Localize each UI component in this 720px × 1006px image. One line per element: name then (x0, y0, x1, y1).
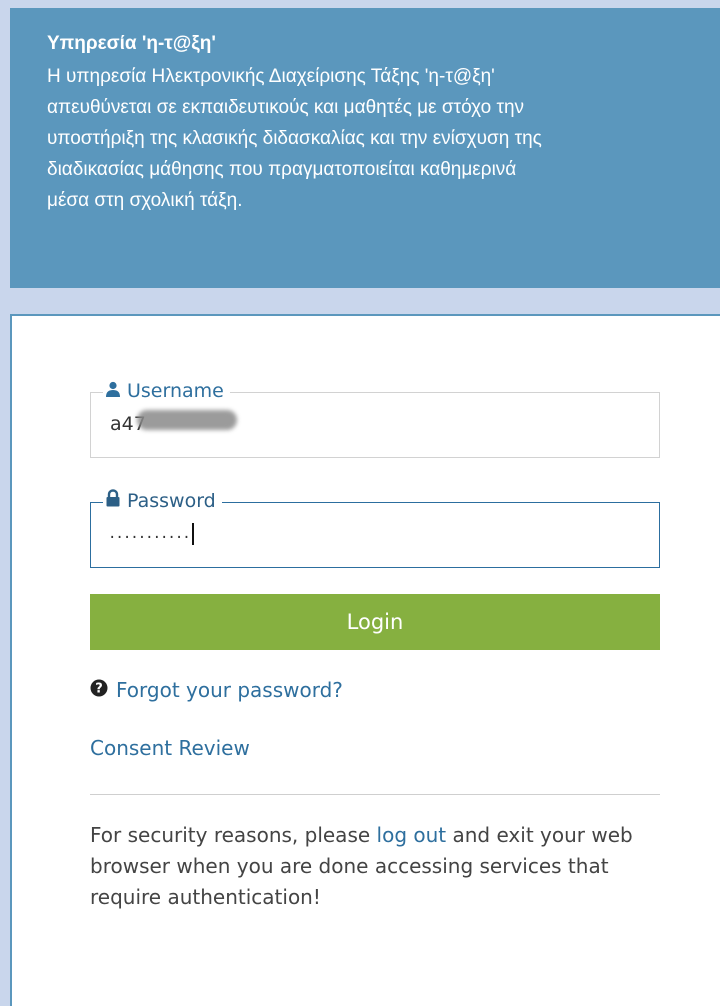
service-description: Η υπηρεσία Ηλεκτρονικής Διαχείρισης Τάξη… (47, 61, 700, 216)
lock-icon (105, 489, 121, 513)
svg-text:?: ? (95, 682, 103, 697)
user-icon (105, 379, 121, 403)
security-notice: For security reasons, please log out and… (90, 820, 670, 913)
question-circle-icon: ? (90, 678, 108, 702)
username-legend: Username (103, 379, 230, 403)
login-button[interactable]: Login (90, 594, 660, 650)
service-description-line: Η υπηρεσία Ηλεκτρονικής Διαχείρισης Τάξη… (47, 66, 495, 87)
service-description-line: μέσα στη σχολική τάξη. (47, 190, 243, 211)
forgot-password-link[interactable]: ? Forgot your password? (90, 678, 343, 702)
consent-review-label[interactable]: Consent Review (90, 736, 250, 760)
divider (90, 794, 660, 795)
password-label: Password (127, 490, 216, 512)
background-strip (0, 0, 10, 1006)
page: Υπηρεσία 'η-τ@ξη' Η υπηρεσία Ηλεκτρονική… (0, 0, 720, 1006)
service-description-line: διαδικασίας μάθησης που πραγματοποιείται… (47, 159, 517, 180)
service-title: Υπηρεσία 'η-τ@ξη' (47, 33, 216, 54)
service-description-line: υποστήριξη της κλασικής διδασκαλίας και … (47, 128, 542, 149)
password-mask: ........... (108, 526, 191, 542)
password-field[interactable]: Password ........... (90, 489, 660, 568)
service-description-line: απευθύνεται σε εκπαιδευτικούς και μαθητέ… (47, 97, 525, 118)
login-panel: Username a47 Password ........... Login (10, 314, 720, 1006)
password-legend: Password (103, 489, 222, 513)
service-info-panel: Υπηρεσία 'η-τ@ξη' Η υπηρεσία Ηλεκτρονική… (10, 8, 720, 288)
password-input[interactable]: ........... (108, 523, 194, 545)
text-caret (191, 523, 194, 545)
username-label: Username (127, 380, 224, 402)
consent-review-link[interactable]: Consent Review (90, 736, 250, 760)
redacted-username-blur (137, 410, 237, 430)
log-out-link[interactable]: log out (377, 823, 447, 847)
forgot-password-label[interactable]: Forgot your password? (116, 678, 343, 702)
username-field[interactable]: Username a47 (90, 379, 660, 458)
security-notice-text: For security reasons, please (90, 823, 377, 847)
